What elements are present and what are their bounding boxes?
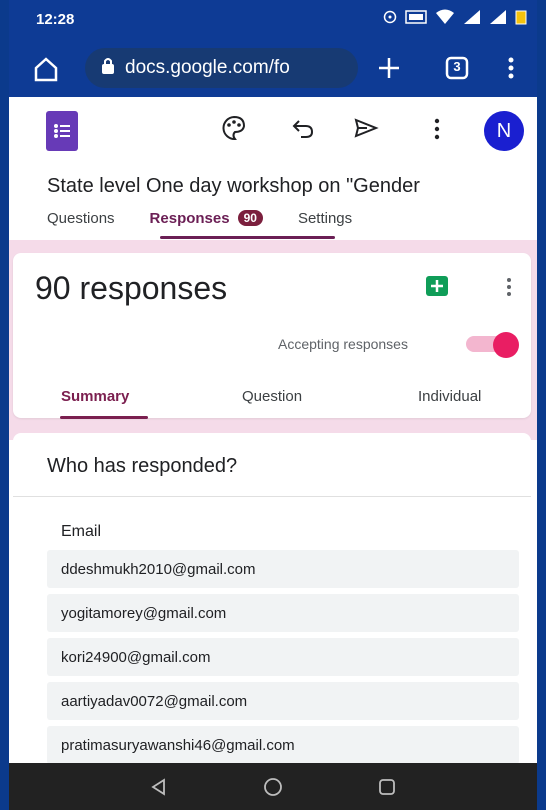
avatar-letter: N bbox=[496, 119, 512, 142]
email-list: ddeshmukh2010@gmail.com yogitamorey@gmai… bbox=[47, 550, 519, 770]
url-text: docs.google.com/fo bbox=[125, 57, 290, 78]
wifi-icon bbox=[435, 9, 455, 30]
email-row[interactable]: ddeshmukh2010@gmail.com bbox=[47, 550, 519, 588]
email-row[interactable]: pratimasuryawanshi46@gmail.com bbox=[47, 726, 519, 764]
tabs-icon[interactable]: 3 bbox=[444, 55, 470, 81]
volte-icon bbox=[405, 10, 427, 29]
forms-logo-icon bbox=[46, 111, 78, 151]
section-divider bbox=[13, 496, 531, 497]
tab-responses-label: Responses bbox=[149, 210, 230, 227]
frame-edge-right bbox=[537, 0, 546, 810]
subtab-question[interactable]: Question bbox=[242, 388, 302, 405]
hotspot-icon bbox=[383, 10, 397, 29]
responses-count-title: 90 responses bbox=[35, 270, 228, 306]
navigation-bar bbox=[9, 763, 537, 810]
email-row[interactable]: yogitamorey@gmail.com bbox=[47, 594, 519, 632]
subtab-individual[interactable]: Individual bbox=[418, 388, 481, 405]
address-bar[interactable]: docs.google.com/fo bbox=[85, 48, 358, 88]
back-triangle-icon[interactable] bbox=[147, 775, 171, 799]
toggle-knob[interactable] bbox=[493, 332, 519, 358]
home-circle-icon[interactable] bbox=[261, 775, 285, 799]
new-tab-icon[interactable] bbox=[376, 55, 402, 86]
avatar[interactable]: N bbox=[484, 111, 524, 151]
tab-active-indicator bbox=[160, 236, 335, 239]
battery-icon bbox=[515, 9, 527, 30]
home-icon[interactable] bbox=[32, 55, 60, 88]
phone-screen: 12:28 docs.google.com/fo 3 N State level… bbox=[0, 0, 546, 810]
status-bar: 12:28 bbox=[9, 0, 537, 42]
status-icons bbox=[383, 9, 527, 30]
more-vert-icon[interactable] bbox=[433, 117, 441, 146]
subtab-active-indicator bbox=[60, 416, 148, 419]
send-icon[interactable] bbox=[353, 117, 379, 144]
email-row[interactable]: kori24900@gmail.com bbox=[47, 638, 519, 676]
accepting-responses-label: Accepting responses bbox=[278, 336, 408, 352]
more-vert-icon[interactable] bbox=[506, 55, 516, 86]
sheets-icon[interactable] bbox=[426, 276, 448, 296]
tab-count: 3 bbox=[453, 59, 461, 74]
undo-icon[interactable] bbox=[291, 117, 315, 144]
email-column-label: Email bbox=[61, 523, 102, 540]
email-row[interactable]: aartiyadav0072@gmail.com bbox=[47, 682, 519, 720]
palette-icon[interactable] bbox=[221, 115, 247, 146]
who-responded-heading: Who has responded? bbox=[47, 455, 238, 477]
subtab-summary[interactable]: Summary bbox=[61, 388, 129, 405]
form-title: State level One day workshop on "Gender bbox=[47, 175, 420, 197]
status-time: 12:28 bbox=[36, 11, 75, 28]
signal-icon-2 bbox=[489, 9, 507, 30]
signal-icon bbox=[463, 9, 481, 30]
browser-toolbar: docs.google.com/fo 3 bbox=[9, 42, 537, 97]
more-vert-icon[interactable] bbox=[505, 276, 513, 303]
responses-count-badge: 90 bbox=[237, 210, 263, 226]
lock-icon bbox=[101, 57, 115, 80]
forms-toolbar: N bbox=[9, 97, 537, 167]
response-view-tabs: Summary Question Individual bbox=[13, 380, 531, 410]
recents-square-icon[interactable] bbox=[375, 775, 399, 799]
tab-questions[interactable]: Questions bbox=[47, 210, 115, 240]
frame-edge-left bbox=[0, 0, 9, 810]
